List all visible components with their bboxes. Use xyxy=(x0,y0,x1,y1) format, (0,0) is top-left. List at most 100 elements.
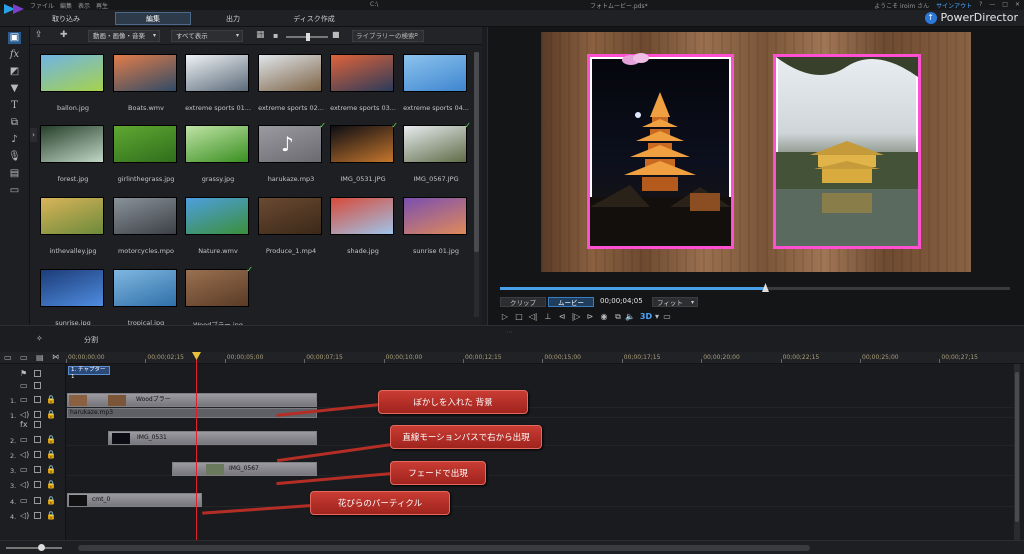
media-item[interactable]: extreme sports 01... xyxy=(185,54,251,112)
media-item[interactable]: forest.jpg xyxy=(40,125,106,183)
timeline-hscrollbar[interactable] xyxy=(78,545,810,551)
media-thumbnail[interactable] xyxy=(40,269,104,307)
media-item[interactable]: sunrise.jpg xyxy=(40,269,106,325)
media-item[interactable]: Boats.wmv xyxy=(113,54,179,112)
lock-icon[interactable]: 🔒 xyxy=(46,395,56,404)
lock-icon[interactable]: 🔒 xyxy=(46,496,56,505)
timeline-ruler[interactable]: ▭ ▭ ▤ ⋈ 00;00;00;00 00;00;02;15 00;00;05;0… xyxy=(0,352,1024,364)
play-icon[interactable]: ▷ xyxy=(500,312,510,322)
snapshot-icon[interactable]: ◉ xyxy=(599,312,609,322)
media-thumbnail[interactable] xyxy=(403,54,467,92)
scrollbar-thumb[interactable] xyxy=(474,52,479,252)
clip-img-0567[interactable]: IMG_0567 xyxy=(172,462,317,476)
track-enable-checkbox[interactable] xyxy=(34,451,41,458)
menu-play[interactable]: 再生 xyxy=(96,1,108,10)
panel-resize-handle[interactable]: ⋯ xyxy=(506,328,513,336)
playhead[interactable] xyxy=(192,352,201,540)
pip-room-icon[interactable]: ◩ xyxy=(8,66,21,78)
media-thumbnail[interactable] xyxy=(113,125,177,163)
track-enable-checkbox[interactable] xyxy=(34,497,41,504)
media-thumbnail[interactable] xyxy=(185,197,249,235)
transition-room-icon[interactable]: ⧉ xyxy=(8,117,21,129)
clip-wood-blur[interactable]: Woodブラー xyxy=(67,393,317,407)
tab-edit[interactable]: 編集 xyxy=(115,12,191,25)
plugin-icon[interactable]: ✚ xyxy=(60,30,68,40)
media-item[interactable]: ♪ ✓ harukaze.mp3 xyxy=(258,121,326,183)
previous-frame-icon[interactable]: ◁| xyxy=(528,312,538,322)
media-thumbnail[interactable] xyxy=(258,197,322,235)
media-thumbnail[interactable] xyxy=(185,125,249,163)
menu-edit[interactable]: 編集 xyxy=(60,1,72,10)
media-item[interactable]: ✓ IMG_0567.JPG xyxy=(403,121,471,183)
preview-scrubber[interactable] xyxy=(500,283,1010,292)
lock-icon[interactable]: 🔒 xyxy=(46,480,56,489)
minimize-icon[interactable]: — xyxy=(989,1,995,10)
media-item[interactable]: ✓ IMG_0531.JPG xyxy=(330,121,398,183)
media-item[interactable]: sunrise 01.jpg xyxy=(403,197,469,255)
snap-icon[interactable]: ⋈ xyxy=(52,353,59,361)
preview-tab-movie[interactable]: ムービー xyxy=(548,297,594,307)
lock-icon[interactable]: 🔒 xyxy=(46,435,56,444)
search-icon[interactable]: ⌕ xyxy=(414,30,418,40)
media-thumbnail[interactable] xyxy=(113,197,177,235)
chapter-room-icon[interactable]: ▤ xyxy=(8,168,21,180)
media-thumbnail[interactable] xyxy=(330,197,394,235)
close-icon[interactable]: ✕ xyxy=(1015,1,1020,10)
media-thumbnail[interactable] xyxy=(403,125,467,163)
next-frame-icon[interactable]: |▷ xyxy=(571,312,581,322)
media-item[interactable]: girlinthegrass.jpg xyxy=(113,125,179,183)
media-thumbnail[interactable]: ♪ xyxy=(258,125,322,163)
media-thumbnail[interactable] xyxy=(40,197,104,235)
fit-dropdown[interactable]: フィット ▾ xyxy=(652,297,698,307)
track-enable-checkbox[interactable] xyxy=(34,411,41,418)
view-filter-dropdown[interactable]: すべて表示 ▾ xyxy=(171,30,243,42)
media-thumbnail[interactable] xyxy=(185,269,249,307)
menu-file[interactable]: ファイル xyxy=(30,1,54,10)
step-back-icon[interactable]: ⊲ xyxy=(557,312,567,322)
media-item[interactable]: extreme sports 03... xyxy=(330,54,396,112)
track-enable-checkbox[interactable] xyxy=(34,466,41,473)
media-thumbnail[interactable] xyxy=(40,125,104,163)
clip-img-0531[interactable]: IMG_0531 xyxy=(108,431,317,445)
timeline-zoom-slider[interactable] xyxy=(6,544,62,551)
storyboard-view-icon[interactable]: ▭ xyxy=(20,353,28,362)
particle-room-icon[interactable]: ▼ xyxy=(8,83,21,95)
tab-capture[interactable]: 取り込み xyxy=(35,12,97,25)
import-icon[interactable]: ⇪ xyxy=(35,30,43,40)
media-thumbnail[interactable] xyxy=(330,125,394,163)
signout-link[interactable]: サインアウト xyxy=(936,1,972,10)
mark-in-icon[interactable]: ⊥ xyxy=(543,312,553,322)
media-thumbnail[interactable] xyxy=(185,54,249,92)
media-item[interactable]: grassy.jpg xyxy=(185,125,251,183)
maximize-icon[interactable]: □ xyxy=(1002,1,1008,10)
subtitle-room-icon[interactable]: ▭ xyxy=(8,185,21,197)
track-enable-checkbox[interactable] xyxy=(34,370,41,377)
media-item[interactable]: extreme sports 02... xyxy=(258,54,324,112)
lock-icon[interactable]: 🔒 xyxy=(46,450,56,459)
media-item[interactable]: inthevalley.jpg xyxy=(40,197,106,255)
lock-icon[interactable]: 🔒 xyxy=(46,511,56,520)
media-item[interactable]: ✓ Woodブラー.jpg xyxy=(185,265,253,325)
tab-produce[interactable]: 出力 xyxy=(200,12,266,25)
media-room-icon[interactable]: ▣ xyxy=(8,32,21,44)
grid-view-icon[interactable]: ▦ xyxy=(256,30,265,40)
magic-wand-icon[interactable]: ✧ xyxy=(36,334,43,343)
volume-icon[interactable]: 🔈 xyxy=(625,312,635,322)
track-enable-checkbox[interactable] xyxy=(34,421,41,428)
media-thumbnail[interactable] xyxy=(113,54,177,92)
undock-icon[interactable]: ⧉ xyxy=(613,312,623,322)
track-enable-checkbox[interactable] xyxy=(34,481,41,488)
menu-view[interactable]: 表示 xyxy=(78,1,90,10)
fast-forward-icon[interactable]: ⊳ xyxy=(585,312,595,322)
media-item[interactable]: motorcycles.mpo xyxy=(113,197,179,255)
slider-knob[interactable] xyxy=(306,33,310,41)
media-thumbnail[interactable] xyxy=(330,54,394,92)
media-item[interactable]: shade.jpg xyxy=(330,197,396,255)
media-thumbnail[interactable] xyxy=(113,269,177,307)
timeline-view-icon[interactable]: ▭ xyxy=(4,353,12,362)
audio-mixing-icon[interactable]: ♪ xyxy=(8,134,21,146)
fit-timeline-icon[interactable]: ▤ xyxy=(36,353,44,362)
track-enable-checkbox[interactable] xyxy=(34,382,41,389)
upgrade-icon[interactable]: ↑ xyxy=(924,11,937,24)
track-enable-checkbox[interactable] xyxy=(34,396,41,403)
